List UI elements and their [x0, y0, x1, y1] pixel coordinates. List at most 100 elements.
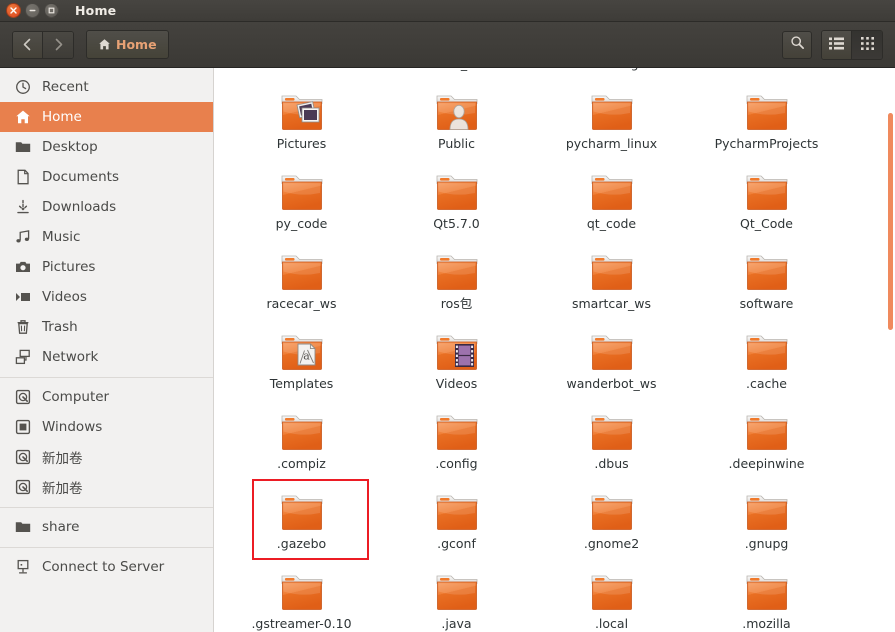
search-icon: [790, 35, 805, 54]
sidebar-item-desktop[interactable]: Desktop: [0, 132, 213, 162]
sidebar-item-recent[interactable]: Recent: [0, 72, 213, 102]
sidebar-item-share[interactable]: share: [0, 512, 213, 542]
file-item-label: .config: [435, 456, 478, 471]
file-item[interactable]: racecar_ws: [224, 241, 379, 321]
sidebar-item-trash[interactable]: Trash: [0, 312, 213, 342]
minimize-icon[interactable]: [25, 3, 40, 18]
file-grid: Downloads fetch_ws: [214, 68, 878, 632]
toolbar: Home: [0, 22, 895, 68]
sidebar-separator: [0, 507, 213, 508]
folder-icon: [588, 164, 636, 214]
grid-view-icon: [860, 35, 874, 54]
file-item[interactable]: .compiz: [224, 401, 379, 481]
file-item[interactable]: Downloads: [224, 68, 379, 81]
sidebar-item-label: Desktop: [42, 139, 98, 155]
file-item[interactable]: .java: [379, 561, 534, 632]
file-item[interactable]: .gnupg: [689, 481, 844, 561]
file-item[interactable]: .gstreamer-0.10: [224, 561, 379, 632]
sidebar-item-documents[interactable]: Documents: [0, 162, 213, 192]
sidebar-item-computer[interactable]: Computer: [0, 382, 213, 412]
maximize-icon[interactable]: [44, 3, 59, 18]
file-item[interactable]: .mozilla: [689, 561, 844, 632]
file-item[interactable]: .gnome2: [534, 481, 689, 561]
sidebar-item-新加卷[interactable]: 新加卷: [0, 442, 213, 472]
file-item[interactable]: smartcar_ws: [534, 241, 689, 321]
sidebar-item-network[interactable]: Network: [0, 342, 213, 372]
file-item[interactable]: .deepinwine: [689, 401, 844, 481]
file-item[interactable]: Public: [379, 81, 534, 161]
folder-icon: [278, 164, 326, 214]
forward-button[interactable]: [43, 31, 73, 58]
file-item-highlighted[interactable]: .gazebo: [224, 479, 379, 561]
view-mode-toggle: [821, 29, 883, 60]
file-item[interactable]: fetch_ws: [379, 68, 534, 81]
breadcrumb-item-home[interactable]: Home: [86, 30, 169, 59]
folder-icon: [588, 564, 636, 614]
sidebar-item-connect-to-server[interactable]: Connect to Server: [0, 552, 213, 582]
file-item[interactable]: Pictures: [224, 81, 379, 161]
grid-view-button[interactable]: [852, 30, 882, 59]
vertical-scrollbar[interactable]: [883, 68, 895, 632]
file-item[interactable]: Music: [689, 68, 844, 81]
sidebar-item-pictures[interactable]: Pictures: [0, 252, 213, 282]
file-item-label: PycharmProjects: [714, 136, 819, 151]
sidebar-item-music[interactable]: Music: [0, 222, 213, 252]
file-item[interactable]: py_code: [224, 161, 379, 241]
file-item-label: labelImg: [584, 68, 638, 71]
file-item[interactable]: .cache: [689, 321, 844, 401]
folder-icon: [14, 139, 31, 156]
file-item[interactable]: .config: [379, 401, 534, 481]
title-bar: Home: [0, 0, 895, 22]
scrollbar-thumb[interactable]: [888, 113, 893, 330]
folder-icon: [588, 84, 636, 134]
file-item[interactable]: a Templates: [224, 321, 379, 401]
file-item[interactable]: ros包: [379, 241, 534, 321]
search-button[interactable]: [782, 30, 812, 59]
folder-icon: [743, 84, 791, 134]
sidebar-item-label: Home: [42, 109, 82, 125]
folder-icon: [433, 404, 481, 454]
window-body: Recent Home Desktop Documents Downloads Music…: [0, 68, 895, 632]
sidebar-item-videos[interactable]: Videos: [0, 282, 213, 312]
breadcrumb-label: Home: [116, 37, 157, 52]
volume-icon: [14, 419, 31, 436]
list-view-button[interactable]: [822, 30, 852, 59]
window-controls: [6, 3, 59, 18]
sidebar-item-windows[interactable]: Windows: [0, 412, 213, 442]
file-item[interactable]: .local: [534, 561, 689, 632]
folder-icon: [433, 564, 481, 614]
file-item[interactable]: .dbus: [534, 401, 689, 481]
file-item-label: Public: [438, 136, 475, 151]
folder-icon: [743, 564, 791, 614]
file-item[interactable]: qt_code: [534, 161, 689, 241]
file-item-label: qt_code: [586, 216, 637, 231]
camera-icon: [14, 259, 31, 276]
file-item[interactable]: pycharm_linux: [534, 81, 689, 161]
sidebar-item-home[interactable]: Home: [0, 102, 213, 132]
close-icon[interactable]: [6, 3, 21, 18]
sidebar-item-label: Network: [42, 349, 99, 365]
file-item-label: .gnome2: [583, 536, 640, 551]
file-item[interactable]: software: [689, 241, 844, 321]
sidebar-item-downloads[interactable]: Downloads: [0, 192, 213, 222]
sidebar-item-label: Documents: [42, 169, 119, 185]
navigation-buttons: [12, 30, 74, 59]
file-item[interactable]: Videos: [379, 321, 534, 401]
file-item[interactable]: .gconf: [379, 481, 534, 561]
sidebar-item-新加卷[interactable]: 新加卷: [0, 472, 213, 502]
file-item[interactable]: wanderbot_ws: [534, 321, 689, 401]
file-item[interactable]: labelImg: [534, 68, 689, 81]
breadcrumb: Home: [86, 30, 169, 59]
folder-icon: [433, 484, 481, 534]
sidebar-item-label: Videos: [42, 289, 87, 305]
file-item[interactable]: Qt5.7.0: [379, 161, 534, 241]
file-grid-area[interactable]: Downloads fetch_ws: [214, 68, 895, 632]
file-item[interactable]: PycharmProjects: [689, 81, 844, 161]
back-button[interactable]: [13, 31, 43, 58]
sidebar-separator: [0, 547, 213, 548]
file-item[interactable]: Qt_Code: [689, 161, 844, 241]
file-item-label: smartcar_ws: [571, 296, 652, 311]
file-item-label: .cache: [746, 376, 787, 391]
file-item-label: .compiz: [277, 456, 326, 471]
sidebar-item-label: Downloads: [42, 199, 117, 215]
